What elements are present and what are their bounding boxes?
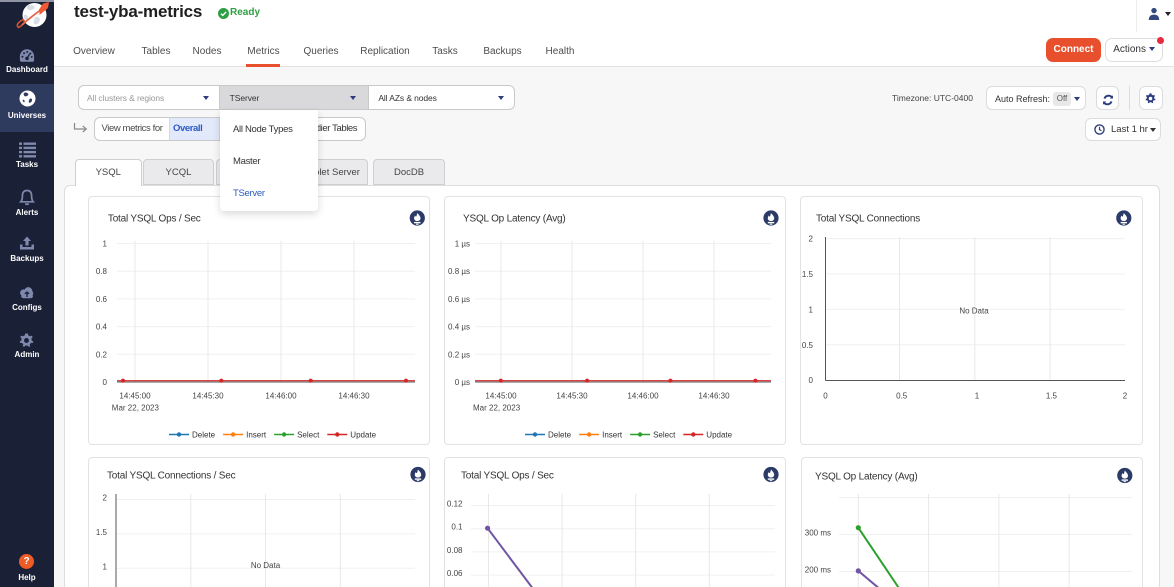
svg-text:Mar 22, 2023: Mar 22, 2023 [473, 404, 521, 413]
svg-text:Select: Select [653, 431, 676, 440]
svg-text:14:45:00: 14:45:00 [485, 392, 517, 401]
svg-text:300 ms: 300 ms [805, 528, 831, 537]
svg-text:Total YSQL Ops / Sec: Total YSQL Ops / Sec [108, 214, 201, 225]
svg-text:Update: Update [350, 431, 376, 440]
svg-text:Delete: Delete [192, 431, 216, 440]
svg-text:1.5: 1.5 [96, 527, 108, 536]
svg-text:Delete: Delete [548, 431, 572, 440]
svg-text:0.5: 0.5 [896, 392, 908, 401]
svg-text:1: 1 [809, 305, 814, 314]
svg-text:200 ms: 200 ms [805, 565, 831, 574]
svg-text:1.5: 1.5 [1046, 392, 1058, 401]
svg-text:0: 0 [809, 376, 814, 385]
svg-text:1 µs: 1 µs [455, 240, 470, 249]
svg-text:0 µs: 0 µs [455, 378, 470, 387]
svg-text:14:45:00: 14:45:00 [119, 392, 151, 401]
svg-text:Total YSQL Ops / Sec: Total YSQL Ops / Sec [461, 470, 554, 481]
svg-text:0.06: 0.06 [447, 569, 463, 578]
svg-text:1: 1 [103, 240, 108, 249]
svg-text:14:46:00: 14:46:00 [265, 392, 297, 401]
svg-text:0.4: 0.4 [96, 323, 108, 332]
svg-text:1: 1 [103, 562, 108, 571]
svg-text:No Data: No Data [959, 306, 989, 315]
svg-text:0.6: 0.6 [96, 295, 108, 304]
svg-text:Update: Update [706, 431, 732, 440]
svg-text:2: 2 [1123, 392, 1128, 401]
svg-text:YSQL Op Latency (Avg): YSQL Op Latency (Avg) [463, 214, 566, 225]
svg-text:Select: Select [297, 431, 320, 440]
svg-text:0.2: 0.2 [96, 350, 108, 359]
svg-text:0.4 µs: 0.4 µs [448, 323, 470, 332]
svg-text:Insert: Insert [246, 431, 267, 440]
svg-text:0.8: 0.8 [96, 267, 108, 276]
svg-text:2: 2 [809, 235, 814, 244]
svg-text:Insert: Insert [602, 431, 623, 440]
svg-text:YSQL Op Latency (Avg): YSQL Op Latency (Avg) [815, 471, 918, 482]
svg-text:14:45:30: 14:45:30 [192, 392, 224, 401]
svg-text:0.08: 0.08 [447, 545, 463, 554]
svg-text:0.8 µs: 0.8 µs [448, 267, 470, 276]
svg-text:0.1: 0.1 [451, 522, 463, 531]
svg-text:14:46:00: 14:46:00 [627, 392, 659, 401]
svg-text:2: 2 [103, 493, 108, 502]
svg-text:14:46:30: 14:46:30 [338, 392, 370, 401]
svg-text:No Data: No Data [251, 561, 281, 570]
svg-text:Mar 22, 2023: Mar 22, 2023 [112, 404, 160, 413]
svg-text:0.5: 0.5 [802, 341, 814, 350]
svg-text:0: 0 [823, 392, 828, 401]
svg-text:0: 0 [103, 378, 108, 387]
svg-text:14:46:30: 14:46:30 [698, 392, 730, 401]
svg-text:1.5: 1.5 [802, 270, 814, 279]
svg-text:0.6 µs: 0.6 µs [448, 295, 470, 304]
svg-text:14:45:30: 14:45:30 [556, 392, 588, 401]
svg-text:Total YSQL Connections: Total YSQL Connections [816, 214, 920, 225]
svg-text:Total YSQL Connections / Sec: Total YSQL Connections / Sec [107, 470, 236, 481]
svg-text:0.2 µs: 0.2 µs [448, 350, 470, 359]
svg-text:1: 1 [975, 392, 980, 401]
svg-text:0.12: 0.12 [447, 499, 463, 508]
